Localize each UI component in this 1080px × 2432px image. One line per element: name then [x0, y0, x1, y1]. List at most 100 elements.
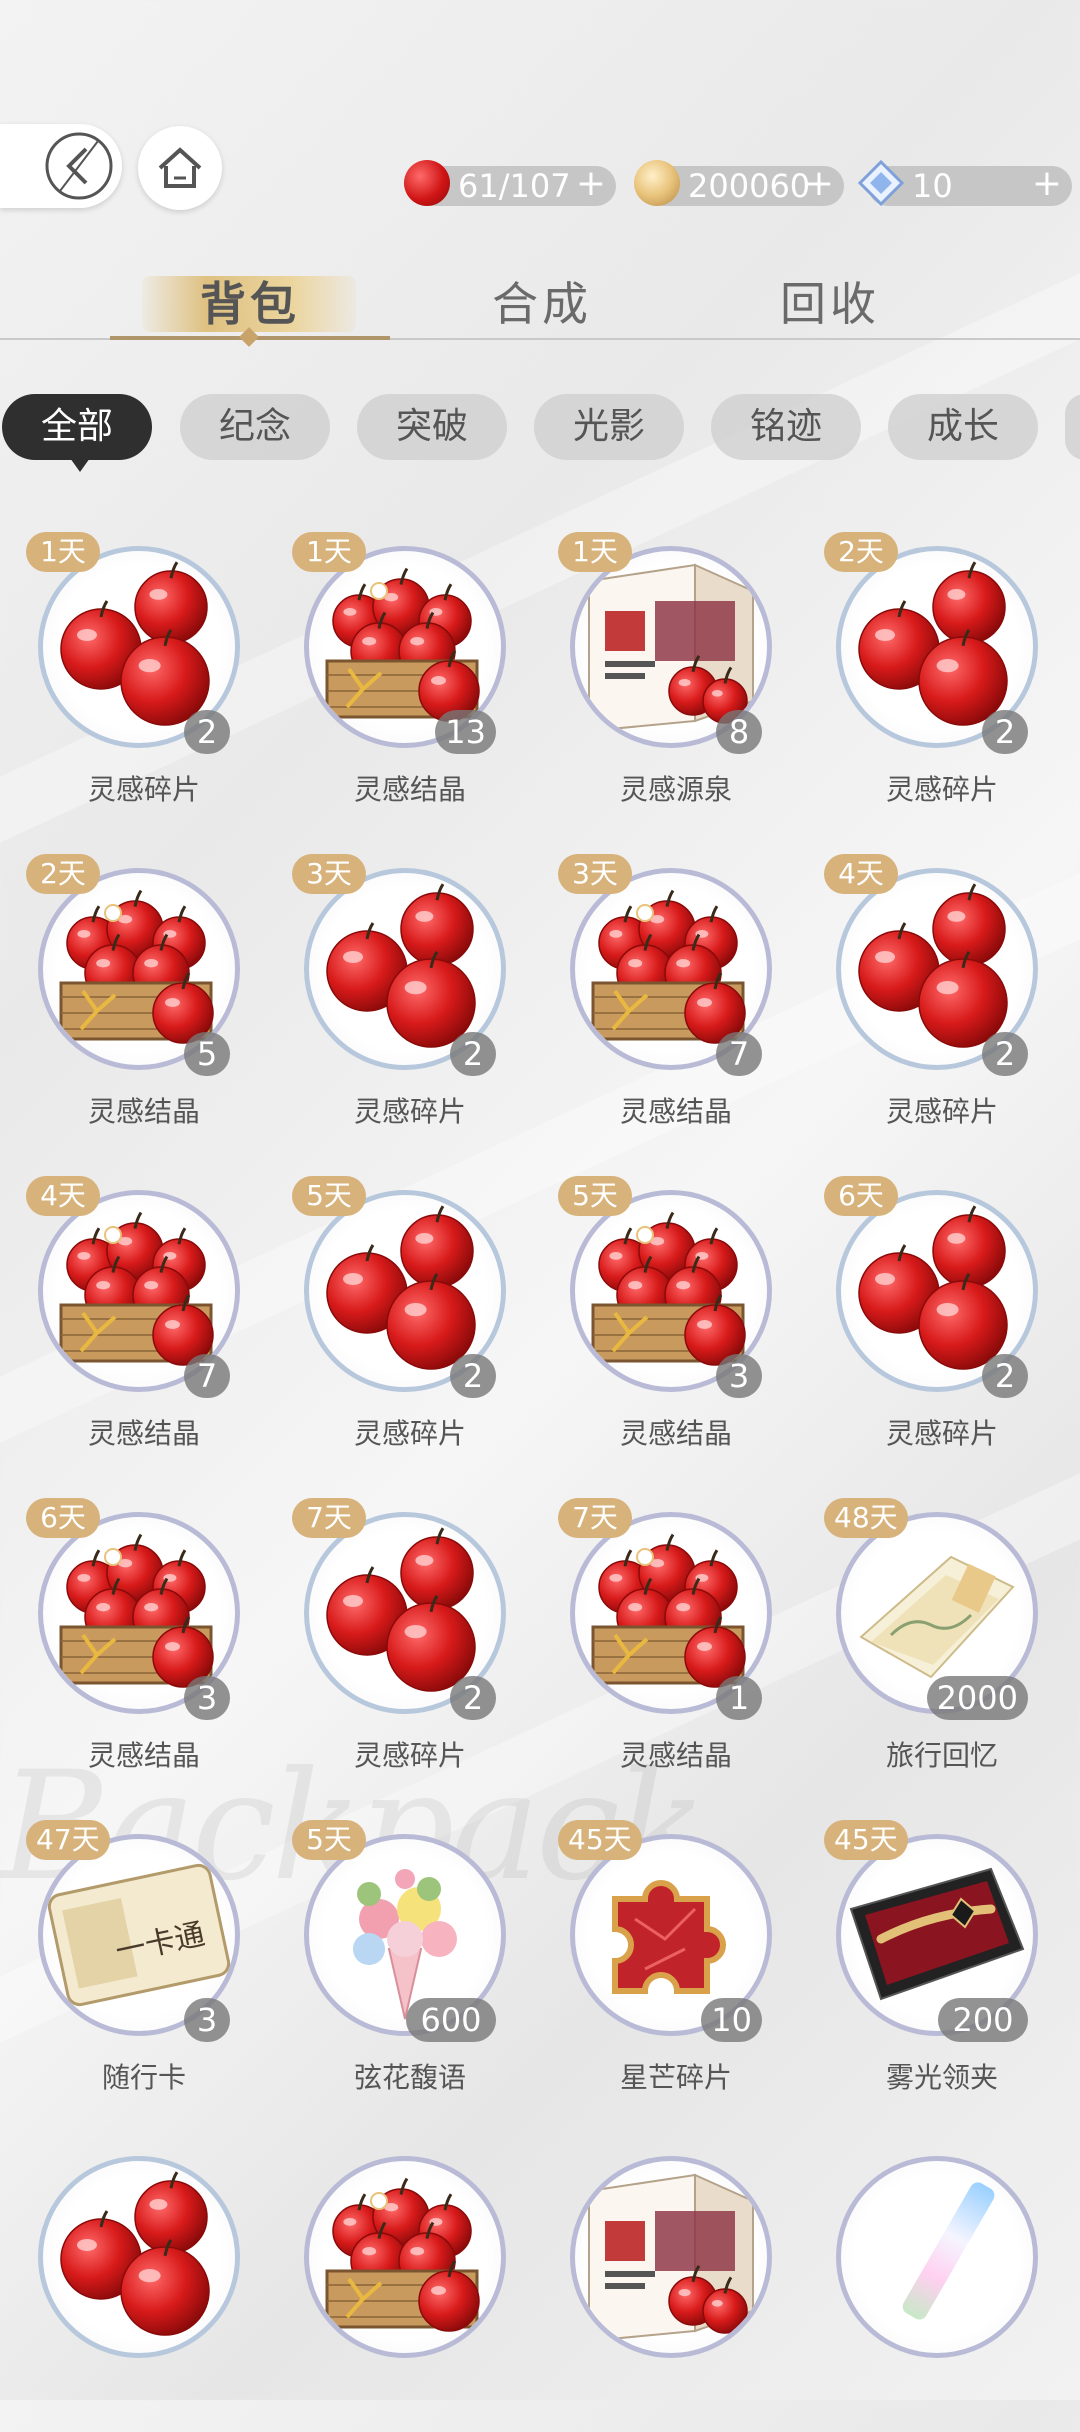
- inventory-item[interactable]: 3天 2 灵感碎片: [290, 854, 530, 1144]
- inventory-item[interactable]: 45天 200 雾光领夹: [822, 1820, 1062, 2110]
- tab-recycle[interactable]: 回收: [780, 268, 880, 334]
- tab-synthesis[interactable]: 合成: [492, 268, 592, 334]
- inventory-item[interactable]: 6天 3 灵感结晶: [24, 1498, 264, 1788]
- item-name: 弦花馥语: [353, 2061, 466, 2094]
- inventory-item[interactable]: 48天 2000 旅行回忆: [822, 1498, 1062, 1788]
- home-button[interactable]: [138, 126, 222, 210]
- item-count: 7: [184, 1354, 230, 1398]
- item-count: 2: [450, 1032, 496, 1076]
- item-name: 灵感碎片: [353, 1739, 466, 1772]
- expiry-badge: 1天: [26, 532, 100, 572]
- expiry-badge: 45天: [558, 1820, 642, 1860]
- add-stamina-button[interactable]: +: [576, 164, 606, 204]
- item-count: 8: [716, 710, 762, 754]
- expiry-badge: 5天: [558, 1176, 632, 1216]
- inventory-item[interactable]: 一卡通 47天 3 随行卡: [24, 1820, 264, 2110]
- inventory-item[interactable]: 2天 2 灵感碎片: [822, 532, 1062, 822]
- add-gem-button[interactable]: +: [1032, 164, 1062, 204]
- item-count: 600: [406, 1998, 496, 2042]
- item-count: 10: [701, 1998, 762, 2042]
- inventory-item[interactable]: 7天 1 灵感结晶: [556, 1498, 796, 1788]
- stamina-value: 61/107: [458, 167, 571, 205]
- inventory-item[interactable]: 45天 10 星芒碎片: [556, 1820, 796, 2110]
- add-coin-button[interactable]: +: [804, 164, 834, 204]
- item-count: 1: [716, 1676, 762, 1720]
- inventory-item[interactable]: 2天 5 灵感结晶: [24, 854, 264, 1144]
- expiry-badge: 48天: [824, 1498, 908, 1538]
- item-count: 3: [184, 1998, 230, 2042]
- item-name: 旅行回忆: [885, 1739, 998, 1772]
- expiry-badge: 5天: [292, 1820, 366, 1860]
- item-name: 灵感碎片: [353, 1417, 466, 1450]
- expiry-badge: 4天: [824, 854, 898, 894]
- filter-breakthrough[interactable]: 突破: [357, 394, 507, 460]
- gem-value: 10: [912, 167, 953, 205]
- item-count: 5: [184, 1032, 230, 1076]
- filter-pointer: [70, 458, 90, 472]
- item-count: 7: [716, 1032, 762, 1076]
- filter-lightshadow[interactable]: 光影: [534, 394, 684, 460]
- item-frame: [836, 2156, 1038, 2358]
- filter-memorial[interactable]: 纪念: [180, 394, 330, 460]
- inventory-item[interactable]: 1天 13 灵感结晶: [290, 532, 530, 822]
- inventory-item[interactable]: [822, 2142, 1062, 2432]
- inventory-item[interactable]: 4天 2 灵感碎片: [822, 854, 1062, 1144]
- item-count: 3: [184, 1676, 230, 1720]
- expiry-badge: 3天: [292, 854, 366, 894]
- inventory-item[interactable]: 1天 8 灵感源泉: [556, 532, 796, 822]
- item-name: 灵感碎片: [87, 773, 200, 806]
- apple-icon: [404, 160, 450, 206]
- item-name: 灵感结晶: [619, 1095, 732, 1128]
- inventory-item[interactable]: 3天 7 灵感结晶: [556, 854, 796, 1144]
- gem-icon: [857, 159, 905, 207]
- filter-imprint[interactable]: 铭迹: [711, 394, 861, 460]
- item-name: 灵感碎片: [885, 1095, 998, 1128]
- inventory-item[interactable]: 1天 2 灵感碎片: [24, 532, 264, 822]
- item-frame: [570, 2156, 772, 2358]
- coin-value: 200060: [688, 167, 811, 205]
- item-count: 2: [982, 1354, 1028, 1398]
- expiry-badge: 7天: [292, 1498, 366, 1538]
- stamina-counter[interactable]: 61/107 +: [404, 160, 616, 206]
- inventory-item[interactable]: 6天 2 灵感碎片: [822, 1176, 1062, 1466]
- item-name: 灵感结晶: [353, 773, 466, 806]
- item-count: 2: [982, 710, 1028, 754]
- filter-all[interactable]: 全部: [2, 394, 152, 460]
- inventory-item[interactable]: [556, 2142, 796, 2432]
- item-count: 2: [450, 1354, 496, 1398]
- item-count: 2: [982, 1032, 1028, 1076]
- expiry-badge: 1天: [558, 532, 632, 572]
- item-frame: [304, 2156, 506, 2358]
- expiry-badge: 1天: [292, 532, 366, 572]
- expiry-badge: 3天: [558, 854, 632, 894]
- item-name: 灵感结晶: [87, 1417, 200, 1450]
- tab-backpack[interactable]: 背包: [200, 268, 300, 334]
- item-count: 3: [716, 1354, 762, 1398]
- expiry-badge: 6天: [26, 1498, 100, 1538]
- filter-more[interactable]: [1065, 394, 1080, 460]
- item-name: 灵感结晶: [619, 1739, 732, 1772]
- gem-counter[interactable]: 10 +: [857, 159, 1072, 207]
- item-name: 灵感碎片: [885, 1417, 998, 1450]
- back-button[interactable]: [0, 124, 122, 208]
- inventory-item[interactable]: 7天 2 灵感碎片: [290, 1498, 530, 1788]
- coin-counter[interactable]: 200060 +: [634, 160, 844, 206]
- inventory-item[interactable]: [290, 2142, 530, 2432]
- item-name: 灵感结晶: [619, 1417, 732, 1450]
- inventory-item[interactable]: 5天 3 灵感结晶: [556, 1176, 796, 1466]
- item-name: 星芒碎片: [619, 2061, 732, 2094]
- expiry-badge: 2天: [26, 854, 100, 894]
- item-frame: [38, 2156, 240, 2358]
- inventory-item[interactable]: [24, 2142, 264, 2432]
- item-name: 雾光领夹: [885, 2061, 998, 2094]
- expiry-badge: 4天: [26, 1176, 100, 1216]
- expiry-badge: 2天: [824, 532, 898, 572]
- filter-growth[interactable]: 成长: [888, 394, 1038, 460]
- home-icon: [158, 147, 202, 188]
- coin-icon: [634, 160, 680, 206]
- item-count: 2: [184, 710, 230, 754]
- inventory-item[interactable]: 5天 2 灵感碎片: [290, 1176, 530, 1466]
- item-name: 灵感源泉: [619, 773, 732, 806]
- inventory-item[interactable]: 5天 600 弦花馥语: [290, 1820, 530, 2110]
- inventory-item[interactable]: 4天 7 灵感结晶: [24, 1176, 264, 1466]
